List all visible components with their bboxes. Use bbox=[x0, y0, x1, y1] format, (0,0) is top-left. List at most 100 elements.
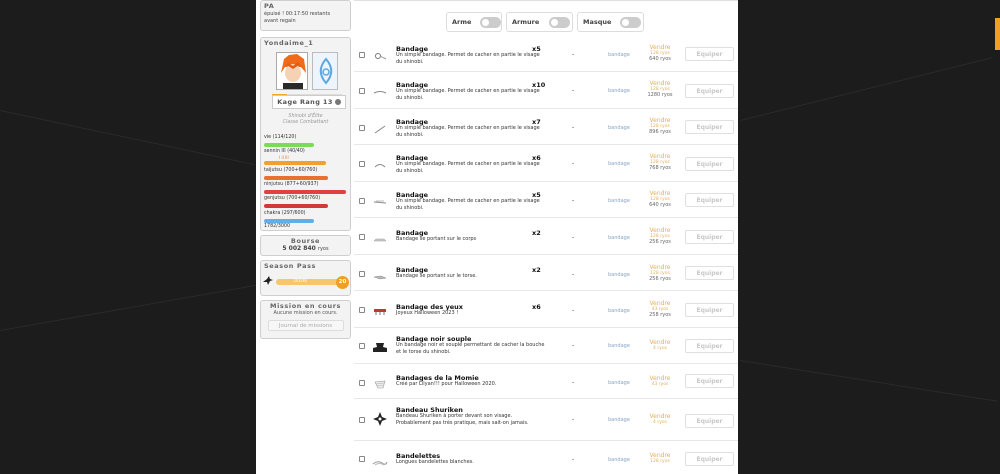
toggle-armure[interactable]: Armure bbox=[506, 12, 573, 32]
toggle-arme[interactable]: Arme bbox=[446, 12, 502, 32]
item-dash: - bbox=[572, 124, 575, 131]
equip-button[interactable]: Equiper bbox=[685, 193, 734, 207]
pa-status-2: avant regain bbox=[264, 17, 296, 24]
item-category: bandage bbox=[608, 52, 630, 58]
item-dash: - bbox=[572, 160, 575, 167]
sell-link[interactable]: Vendre bbox=[645, 452, 675, 459]
equip-button[interactable]: Equiper bbox=[685, 374, 734, 388]
stat-bar-ninjutsu bbox=[264, 190, 346, 194]
list-item: Bandage des yeux x6 Joyeux Halloween 202… bbox=[354, 291, 738, 328]
sell-link[interactable]: Vendre bbox=[645, 153, 675, 160]
item-category: bandage bbox=[608, 308, 630, 314]
list-item: Bandages de la Momie Créé par Lilyan!!! … bbox=[354, 364, 738, 399]
equip-button[interactable]: Equiper bbox=[685, 157, 734, 171]
stat-bar-taijutsu bbox=[264, 176, 328, 180]
item-category: bandage bbox=[608, 417, 630, 423]
sell-link[interactable]: Vendre bbox=[645, 339, 675, 346]
sell-info: Vendre 128 ryos 256 ryos bbox=[645, 264, 675, 282]
bandage-strip-icon bbox=[373, 91, 387, 94]
mission-title: Mission en cours bbox=[270, 302, 341, 310]
item-dash: - bbox=[572, 271, 575, 278]
accent-tab[interactable] bbox=[995, 18, 1000, 50]
item-checkbox[interactable] bbox=[359, 88, 365, 94]
sell-link[interactable]: Vendre bbox=[645, 264, 675, 271]
equip-button[interactable]: Equiper bbox=[685, 230, 734, 244]
item-dash: - bbox=[572, 307, 575, 314]
rank-badge: Kage Rang 13 bbox=[272, 95, 346, 109]
clan-emblem bbox=[312, 52, 338, 90]
item-checkbox[interactable] bbox=[359, 198, 365, 204]
equip-button[interactable]: Equiper bbox=[685, 414, 734, 428]
toggle-armure-label: Armure bbox=[512, 18, 540, 26]
sell-total: 768 ryos bbox=[649, 165, 671, 171]
stat-label-taijutsu: taijutsu (700+60/760) bbox=[264, 168, 318, 173]
item-checkbox[interactable] bbox=[359, 417, 365, 423]
sell-link[interactable]: Vendre bbox=[645, 413, 675, 420]
equip-button[interactable]: Equiper bbox=[685, 84, 734, 98]
toggle-masque-switch[interactable] bbox=[620, 17, 641, 28]
avatar[interactable] bbox=[276, 52, 308, 90]
season-title: Season Pass bbox=[264, 262, 317, 270]
item-description: Bandeau Shuriken à porter devant son vis… bbox=[396, 413, 529, 426]
sell-info: Vendre 128 ryos bbox=[645, 452, 675, 464]
equip-button[interactable]: Equiper bbox=[685, 266, 734, 280]
sell-info: Vendre 128 ryos 1280 ryos bbox=[645, 80, 675, 98]
mission-journal-button[interactable]: Journal de missions bbox=[267, 320, 344, 331]
sell-info: Vendre 43 ryos 258 ryos bbox=[645, 300, 675, 318]
sell-info: Vendre 128 ryos 256 ryos bbox=[645, 227, 675, 245]
equip-button[interactable]: Equiper bbox=[685, 120, 734, 134]
item-checkbox[interactable] bbox=[359, 271, 365, 277]
item-checkbox[interactable] bbox=[359, 161, 365, 167]
bandage-strip-icon bbox=[373, 200, 387, 204]
sell-info: Vendre 128 ryos 768 ryos bbox=[645, 153, 675, 171]
season-progress-bar bbox=[276, 279, 344, 285]
item-category: bandage bbox=[608, 125, 630, 131]
toggle-masque[interactable]: Masque bbox=[577, 12, 644, 32]
list-item: Bandeau Shuriken Bandeau Shuriken à port… bbox=[354, 399, 738, 441]
bourse-unit: ryos bbox=[317, 246, 329, 252]
sell-link[interactable]: Vendre bbox=[645, 80, 675, 87]
item-category: bandage bbox=[608, 380, 630, 386]
item-checkbox[interactable] bbox=[359, 125, 365, 131]
item-checkbox[interactable] bbox=[359, 456, 365, 462]
bandage-strip-icon bbox=[374, 125, 386, 134]
toggle-armure-switch[interactable] bbox=[549, 17, 570, 28]
toggle-arme-switch[interactable] bbox=[480, 17, 501, 28]
item-checkbox[interactable] bbox=[359, 234, 365, 240]
item-category: bandage bbox=[608, 272, 630, 278]
item-description: Un simple bandage. Permet de cacher en p… bbox=[396, 125, 540, 138]
season-level-badge: 20 bbox=[336, 276, 349, 289]
sell-link[interactable]: Vendre bbox=[645, 117, 675, 124]
equip-button[interactable]: Equiper bbox=[685, 47, 734, 61]
sell-link[interactable]: Vendre bbox=[645, 190, 675, 197]
item-category: bandage bbox=[608, 343, 630, 349]
item-checkbox[interactable] bbox=[359, 307, 365, 313]
sell-unit-price: 43 ryos bbox=[651, 382, 669, 387]
list-item: Bandage x2 Bandage se portant sur le tor… bbox=[354, 255, 738, 291]
bourse-amount: 5 002 840 ryos bbox=[261, 245, 350, 252]
equip-button[interactable]: Equiper bbox=[685, 452, 734, 466]
equip-button[interactable]: Equiper bbox=[685, 339, 734, 353]
item-description: Longues bandelettes blanches. bbox=[396, 459, 474, 465]
sell-link[interactable]: Vendre bbox=[645, 44, 675, 51]
username[interactable]: Yondaime_1 bbox=[261, 38, 350, 48]
divider bbox=[354, 0, 738, 1]
item-checkbox[interactable] bbox=[359, 343, 365, 349]
sell-unit-price: 4 ryos bbox=[653, 346, 667, 351]
sell-info: Vendre 4 ryos bbox=[645, 339, 675, 351]
stat-bar-sennin bbox=[264, 161, 326, 165]
item-checkbox[interactable] bbox=[359, 52, 365, 58]
item-category: bandage bbox=[608, 235, 630, 241]
stat-bar-chakra bbox=[264, 219, 314, 223]
stat-label-vie: vie (114/120) bbox=[264, 135, 297, 140]
item-dash: - bbox=[572, 416, 575, 423]
sell-link[interactable]: Vendre bbox=[645, 227, 675, 234]
sell-total: 640 ryos bbox=[649, 202, 671, 208]
sell-total: 896 ryos bbox=[649, 129, 671, 135]
equip-button[interactable]: Equiper bbox=[685, 303, 734, 317]
sell-link[interactable]: Vendre bbox=[645, 300, 675, 307]
item-dash: - bbox=[572, 51, 575, 58]
sell-info: Vendre 4 ryos bbox=[645, 413, 675, 425]
item-checkbox[interactable] bbox=[359, 380, 365, 386]
sell-link[interactable]: Vendre bbox=[645, 375, 675, 382]
